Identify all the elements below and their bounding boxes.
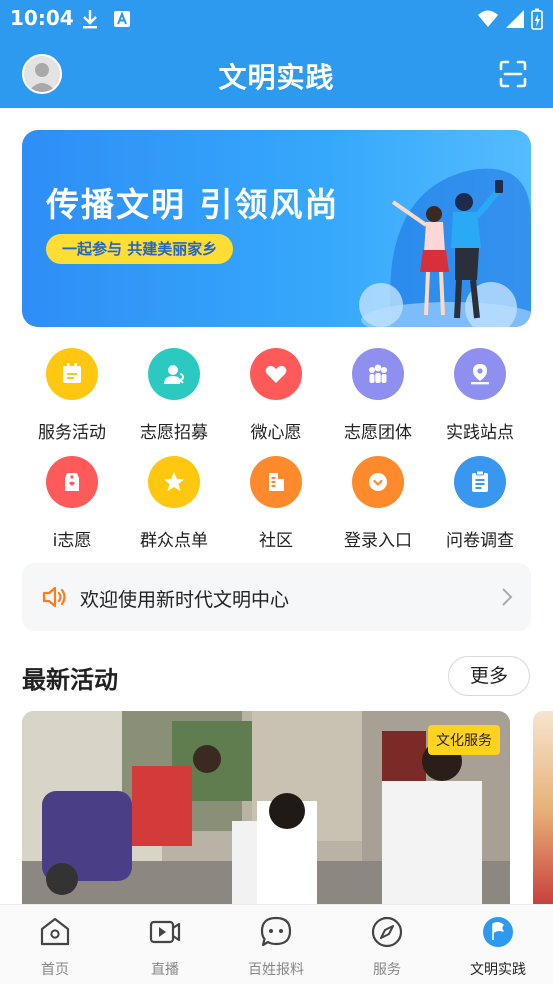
signal-icon: [506, 10, 524, 28]
flag-icon: [483, 917, 513, 947]
service-label: 服务活动: [38, 423, 106, 443]
service-item-activities[interactable]: 服务活动: [22, 348, 122, 448]
wifi-icon: [478, 10, 498, 27]
location-icon: [454, 348, 506, 400]
category-tag: 文化服务: [428, 725, 500, 755]
notice-text: 欢迎使用新时代文明中心: [80, 589, 290, 611]
tab-civilization[interactable]: 文明实践: [443, 905, 553, 984]
download-icon: [83, 10, 97, 29]
group-icon: [352, 348, 404, 400]
chat-icon: [260, 916, 292, 947]
heart-icon: [250, 348, 302, 400]
service-item-groups[interactable]: 志愿团体: [328, 348, 428, 448]
service-label: 群众点单: [140, 531, 208, 551]
service-label: 志愿团体: [344, 423, 412, 443]
status-time: 10:04: [10, 6, 74, 30]
status-right-icons: [477, 8, 543, 30]
tab-report[interactable]: 百姓报料: [221, 905, 331, 984]
tab-label: 文明实践: [470, 962, 526, 978]
star-icon: [148, 456, 200, 508]
building-icon: [250, 456, 302, 508]
page-title: 文明实践: [218, 61, 335, 94]
tab-label: 服务: [373, 962, 401, 978]
promo-banner[interactable]: 传播文明 引领风尚 一起参与 共建美丽家乡: [22, 130, 531, 327]
service-item-order[interactable]: 群众点单: [124, 456, 224, 556]
tab-live[interactable]: 直播: [110, 905, 220, 984]
service-label: 微心愿: [250, 423, 302, 443]
service-item-community[interactable]: 社区: [226, 456, 326, 556]
user-recruit-icon: [148, 348, 200, 400]
activity-card[interactable]: 文化服务: [22, 711, 510, 904]
notice-bar[interactable]: 欢迎使用新时代文明中心: [22, 563, 531, 631]
calendar-icon: [46, 348, 98, 400]
main-content[interactable]: 传播文明 引领风尚 一起参与 共建美丽家乡 服务活动 志愿招募 微心愿 志愿团体…: [0, 108, 553, 904]
scan-button[interactable]: [499, 60, 527, 88]
chevron-right-icon: [502, 588, 513, 606]
app-bar: 文明实践: [0, 38, 553, 108]
service-label: 实践站点: [446, 423, 514, 443]
service-label: 社区: [259, 531, 293, 551]
home-icon: [40, 917, 70, 946]
service-item-stations[interactable]: 实践站点: [430, 348, 530, 448]
status-bar: 10:04: [0, 0, 553, 38]
banner-slogan: 一起参与 共建美丽家乡: [46, 234, 234, 264]
status-left-icons: [80, 8, 132, 30]
bottom-tab-bar: 首页 直播 百姓报料 服务 文明实践: [0, 904, 553, 984]
tab-home[interactable]: 首页: [0, 905, 110, 984]
tab-label: 首页: [41, 962, 69, 978]
scan-icon: [499, 60, 527, 88]
service-item-survey[interactable]: 问卷调查: [430, 456, 530, 556]
banner-title: 传播文明 引领风尚: [46, 185, 340, 224]
service-label: 志愿招募: [140, 423, 208, 443]
speaker-icon: [42, 586, 66, 608]
service-item-login[interactable]: 登录入口: [328, 456, 428, 556]
tab-service[interactable]: 服务: [332, 905, 442, 984]
service-item-ivolunteer[interactable]: i志愿: [22, 456, 122, 556]
live-video-icon: [149, 920, 181, 944]
tab-label: 直播: [151, 962, 179, 978]
next-activity-card[interactable]: [533, 711, 553, 904]
service-item-recruit[interactable]: 志愿招募: [124, 348, 224, 448]
volunteer-tag-icon: [46, 456, 98, 508]
compass-icon: [371, 916, 403, 948]
service-item-wish[interactable]: 微心愿: [226, 348, 326, 448]
login-icon: [352, 456, 404, 508]
service-label: i志愿: [52, 531, 92, 551]
battery-charging-icon: [531, 8, 543, 30]
banner-illustration: [359, 168, 531, 327]
service-label: 问卷调查: [446, 531, 514, 551]
a-letter-icon: [114, 11, 130, 27]
section-title: 最新活动: [22, 666, 118, 694]
tab-label: 百姓报料: [248, 962, 304, 978]
more-button[interactable]: 更多: [448, 656, 530, 696]
service-label: 登录入口: [344, 531, 412, 551]
clipboard-icon: [454, 456, 506, 508]
